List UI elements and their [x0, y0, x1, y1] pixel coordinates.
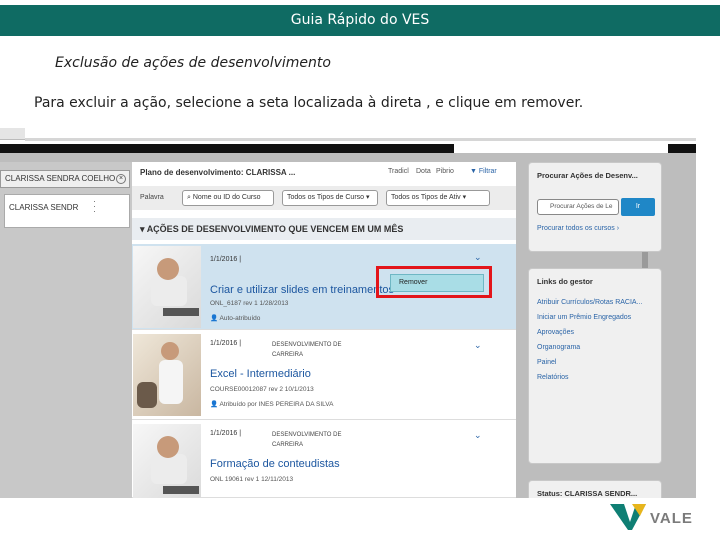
- header-bar: Guia Rápido do VES: [0, 5, 720, 36]
- vale-logo-text: VALE: [650, 510, 693, 527]
- chevron-down-icon[interactable]: ⌄: [474, 252, 482, 263]
- go-button[interactable]: Ir: [621, 198, 655, 216]
- header-title: Guia Rápido do VES: [290, 12, 430, 28]
- assigned-by: 👤 Atribuído por INES PEREIRA DA SILVA: [210, 401, 334, 408]
- user-name: CLARISSA SENDRA COELHO: [5, 174, 116, 183]
- manager-link[interactable]: Iniciar um Prêmio Engregados: [537, 314, 631, 321]
- toolbar-icon-2[interactable]: Dota: [416, 168, 431, 175]
- keyword-label: Palavra: [140, 194, 164, 201]
- person-icon: 👤: [210, 401, 220, 408]
- development-plan-panel: Plano de desenvolvimento: CLARISSA ... T…: [132, 162, 648, 498]
- chevron-down-icon: ▾: [364, 194, 370, 201]
- course-code: COURSE00012087 rev 2 10/1/2013: [210, 386, 314, 393]
- course-thumbnail: [133, 424, 201, 498]
- category-label: DESENVOLVIMENTO DE CARREIRA: [272, 432, 342, 448]
- due-date: 1/1/2016 |: [210, 430, 242, 437]
- category-label: DESENVOLVIMENTO DE CARREIRA: [272, 342, 342, 358]
- course-thumbnail: [133, 246, 201, 328]
- list-item[interactable]: 1/1/2016 | DESENVOLVIMENTO DE CARREIRA E…: [132, 332, 516, 420]
- due-actions-header[interactable]: ▾ AÇÕES DE DESENVOLVIMENTO QUE VENCEM EM…: [132, 218, 516, 240]
- course-code: ONL_6187 rev 1 1/28/2013: [210, 300, 289, 307]
- toolbar-icon-1[interactable]: Tradicl: [388, 168, 409, 175]
- clear-icon[interactable]: ×: [116, 174, 126, 184]
- course-thumbnail: [133, 334, 201, 416]
- section-subtitle: Exclusão de ações de desenvolvimento: [55, 55, 331, 71]
- user-search-value: CLARISSA SENDR: [9, 203, 79, 212]
- chevron-right-icon: ›: [614, 225, 620, 232]
- collapse-icon: ▾: [140, 224, 147, 234]
- vale-logo: VALE: [610, 500, 710, 536]
- due-date: 1/1/2016 |: [210, 256, 242, 263]
- search-actions-panel: Procurar Ações de Desenv... Procurar Açõ…: [528, 162, 662, 252]
- filter-toolbar: Palavra ⌕ Nome ou ID do Curso Todos os T…: [132, 186, 516, 210]
- course-title-link[interactable]: Excel - Intermediário: [210, 368, 311, 380]
- plan-title: Plano de desenvolvimento: CLARISSA ...: [140, 168, 296, 177]
- course-title-link[interactable]: Formação de conteudistas: [210, 458, 340, 470]
- status-panel: Status: CLARISSA SENDR...: [528, 480, 662, 498]
- instruction-text: Para excluir a ação, selecione a seta lo…: [34, 95, 584, 111]
- course-title-link[interactable]: Criar e utilizar slides em treinamentos: [210, 284, 394, 296]
- user-selector[interactable]: CLARISSA SENDRA COELHO ×: [0, 170, 130, 188]
- manager-link[interactable]: Atribuir Currículos/Rotas RACIA...: [537, 299, 642, 306]
- app-screenshot: CLARISSA SENDRA COELHO × CLARISSA SENDR …: [0, 128, 696, 498]
- activity-type-select[interactable]: Todos os Tipos de Ativ ▾: [386, 190, 490, 206]
- chevron-down-icon: ▾: [460, 194, 467, 201]
- user-search-field[interactable]: CLARISSA SENDR · · ·: [4, 194, 130, 228]
- left-panel: CLARISSA SENDRA COELHO × CLARISSA SENDR …: [0, 162, 132, 498]
- chevron-down-icon[interactable]: ⌄: [474, 430, 482, 441]
- menu-dots-icon[interactable]: · · ·: [93, 197, 96, 216]
- status-title: Status: CLARISSA SENDR...: [537, 489, 638, 498]
- remove-button[interactable]: Remover: [390, 274, 484, 292]
- course-search-input[interactable]: ⌕ Nome ou ID do Curso: [182, 190, 274, 206]
- assigned-by: 👤 Auto-atribuído: [210, 315, 261, 322]
- chevron-down-icon[interactable]: ⌄: [474, 340, 482, 351]
- course-code: ONL 19061 rev 1 12/11/2013: [210, 476, 294, 483]
- filter-icon: ▼: [470, 168, 479, 175]
- due-date: 1/1/2016 |: [210, 340, 242, 347]
- toolbar-icon-3[interactable]: Pibrio: [436, 168, 454, 175]
- actions-search-input[interactable]: Procurar Ações de Le: [537, 199, 619, 215]
- manager-link[interactable]: Organograma: [537, 344, 580, 351]
- vale-logo-mark: [610, 504, 646, 530]
- manager-links-panel: Links do gestor Atribuir Currículos/Rota…: [528, 268, 662, 464]
- manager-link[interactable]: Relatórios: [537, 374, 569, 381]
- person-icon: 👤: [210, 315, 220, 322]
- list-item[interactable]: 1/1/2016 | DESENVOLVIMENTO DE CARREIRA F…: [132, 422, 516, 498]
- manager-links-title: Links do gestor: [537, 277, 593, 286]
- browse-courses-link[interactable]: Procurar todos os cursos ›: [537, 225, 619, 232]
- course-type-select[interactable]: Todos os Tipos de Curso ▾: [282, 190, 378, 206]
- filter-button[interactable]: ▼ Filtrar: [470, 168, 497, 175]
- search-panel-title: Procurar Ações de Desenv...: [537, 171, 638, 180]
- manager-link[interactable]: Painel: [537, 359, 556, 366]
- manager-link[interactable]: Aprovações: [537, 329, 574, 336]
